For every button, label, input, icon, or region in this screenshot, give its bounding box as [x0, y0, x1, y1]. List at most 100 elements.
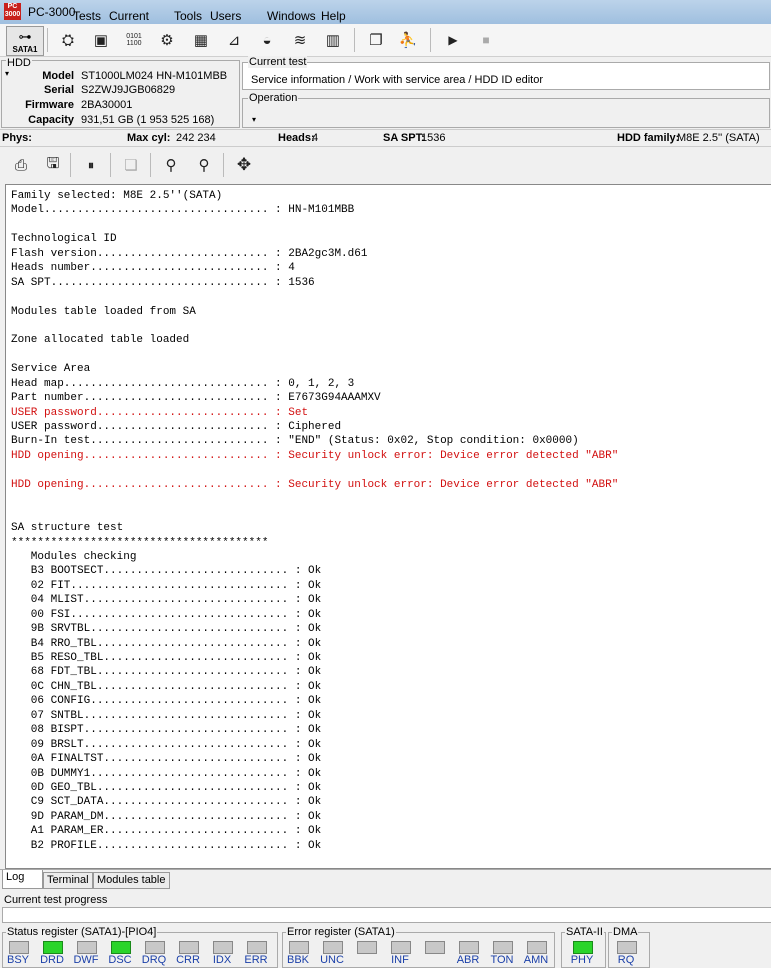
led-amn	[527, 941, 547, 954]
log-line: HDD opening............................ …	[11, 478, 619, 491]
menu-tests[interactable]: Tests	[73, 9, 101, 23]
log-line: B4 RRO_TBL............................. …	[11, 637, 322, 650]
utility-icon[interactable]: ⚙	[154, 27, 180, 53]
head-icon[interactable]: ≋	[287, 27, 313, 53]
led-label: PHY	[570, 954, 594, 966]
log-line: USER password.......................... …	[11, 406, 309, 419]
led-label: CRR	[176, 954, 200, 966]
operation-legend: Operation	[248, 92, 299, 104]
current-test-value: Service information / Work with service …	[251, 74, 543, 86]
log-line: Family selected: M8E 2.5''(SATA)	[11, 190, 223, 202]
sata-port-button[interactable]: ⊶ SATA1	[6, 26, 44, 56]
main-toolbar: ⊶ SATA1 ⛭ ▣ 0101 1100 ⚙ ▦ ⊿ ◒ ≋ ▥ ❐ ⛹ ▶ ■	[0, 24, 771, 57]
tab-log[interactable]: Log	[2, 870, 43, 889]
led-label: AMN	[523, 954, 549, 966]
log-line: SA SPT................................. …	[11, 276, 315, 289]
log-line: Part number............................ …	[11, 392, 381, 405]
toolbar-separator	[110, 153, 111, 177]
find-next-icon[interactable]: ⚲	[191, 152, 217, 178]
log-line: Model.................................. …	[11, 204, 355, 217]
pause-icon[interactable]: ⏸	[78, 152, 104, 178]
log-line: 9D PARAM_DM............................ …	[11, 810, 322, 823]
log-line: Zone allocated table loaded	[11, 334, 190, 347]
firmware-label: Firmware	[25, 99, 74, 111]
log-line: HDD opening............................ …	[11, 449, 619, 462]
led-crr	[179, 941, 199, 954]
log-line: 68 FDT_TBL............................. …	[11, 666, 322, 679]
log-line: Modules checking	[11, 550, 137, 563]
toolbar-separator	[150, 153, 151, 177]
tab-terminal[interactable]: Terminal	[43, 872, 93, 889]
led-dwf	[77, 941, 97, 954]
log-line: 02 FIT................................. …	[11, 579, 322, 592]
app-logo-icon: PC 3000	[4, 3, 21, 20]
log-line: Head map............................... …	[11, 377, 355, 390]
progress-bar	[2, 907, 771, 923]
toolbar-separator	[430, 28, 431, 52]
chart-icon[interactable]: ⊿	[221, 27, 247, 53]
model-value: ST1000LM024 HN-M101MBB	[81, 70, 228, 82]
led-ton	[493, 941, 513, 954]
tab-modules-table[interactable]: Modules table	[93, 872, 170, 889]
led-unused	[357, 941, 377, 954]
log-line: Service Area	[11, 363, 91, 376]
chip-icon[interactable]: ▦	[188, 27, 214, 53]
menu-windows[interactable]: Windows	[267, 9, 316, 23]
hdd-family-label: HDD family:	[617, 132, 680, 144]
sector-editor-icon[interactable]: 0101 1100	[121, 27, 147, 53]
copy-window-icon[interactable]: ❐	[363, 27, 389, 53]
stop-icon[interactable]: ■	[473, 27, 499, 53]
led-label: DWF	[73, 954, 99, 966]
hdd-info-panel: ▾ Model ST1000LM024 HN-M101MBB Serial S2…	[1, 60, 240, 128]
menu-tools[interactable]: Tools	[174, 9, 202, 23]
current-test-legend: Current test	[248, 56, 308, 68]
led-phy	[573, 941, 593, 954]
play-icon[interactable]: ▶	[440, 27, 466, 53]
toolbar-separator	[223, 153, 224, 177]
log-line: Flash version.......................... …	[11, 247, 368, 260]
find-icon[interactable]: ⚲	[158, 152, 184, 178]
operation-dropdown-icon[interactable]: ▾	[252, 115, 256, 124]
log-panel[interactable]: Family selected: M8E 2.5''(SATA) Model...…	[5, 184, 771, 869]
log-line: B3 BOOTSECT............................ …	[11, 565, 322, 578]
model-label: Model	[42, 70, 74, 82]
led-label: IDX	[212, 954, 232, 966]
table-icon[interactable]: ▥	[320, 27, 346, 53]
hdd-id-icon[interactable]: ⛭	[55, 27, 81, 53]
move-icon[interactable]: ✥	[231, 152, 257, 178]
led-label: DSC	[108, 954, 132, 966]
drive-icon[interactable]: ▣	[88, 27, 114, 53]
led-label: DRD	[40, 954, 64, 966]
maxcyl-value: 242 234	[176, 132, 216, 144]
copy-icon[interactable]: ❏	[118, 152, 144, 178]
led-label: BBK	[286, 954, 309, 966]
log-line: USER password.......................... …	[11, 421, 342, 433]
led-inf	[391, 941, 411, 954]
saspt-value: 1536	[421, 132, 446, 144]
log-lines: Family selected: M8E 2.5''(SATA) Model...…	[11, 189, 618, 853]
capacity-label: Capacity	[28, 114, 74, 126]
log-line: B2 PROFILE............................. …	[11, 839, 322, 852]
dma-legend: DMA	[612, 926, 639, 938]
menu-help[interactable]: Help	[321, 9, 346, 23]
capacity-value: 931,51 GB (1 953 525 168)	[81, 114, 215, 126]
firmware-value: 2BA30001	[81, 99, 133, 111]
phys-info-bar: Phys: Max cyl: 242 234 Heads: 4 SA SPT: …	[0, 129, 771, 147]
user-run-icon[interactable]: ⛹	[395, 27, 421, 53]
led-label: ABR	[456, 954, 480, 966]
log-line: Burn-In test........................... …	[11, 435, 579, 448]
phys-label: Phys:	[2, 132, 32, 144]
led-bbk	[289, 941, 309, 954]
log-line: 08 BISPT............................... …	[11, 724, 322, 737]
operation-box: ▾	[242, 98, 770, 128]
log-line: 09 BRSLT............................... …	[11, 738, 322, 751]
log-line: SA structure test	[11, 522, 124, 535]
hdd-family-value: M8E 2.5'' (SATA)	[677, 132, 760, 144]
led-drd	[43, 941, 63, 954]
disk-icon[interactable]: ◒	[254, 27, 280, 53]
save-log-icon[interactable]: 🖫	[40, 152, 66, 178]
open-log-icon[interactable]: ⎙	[8, 152, 34, 178]
